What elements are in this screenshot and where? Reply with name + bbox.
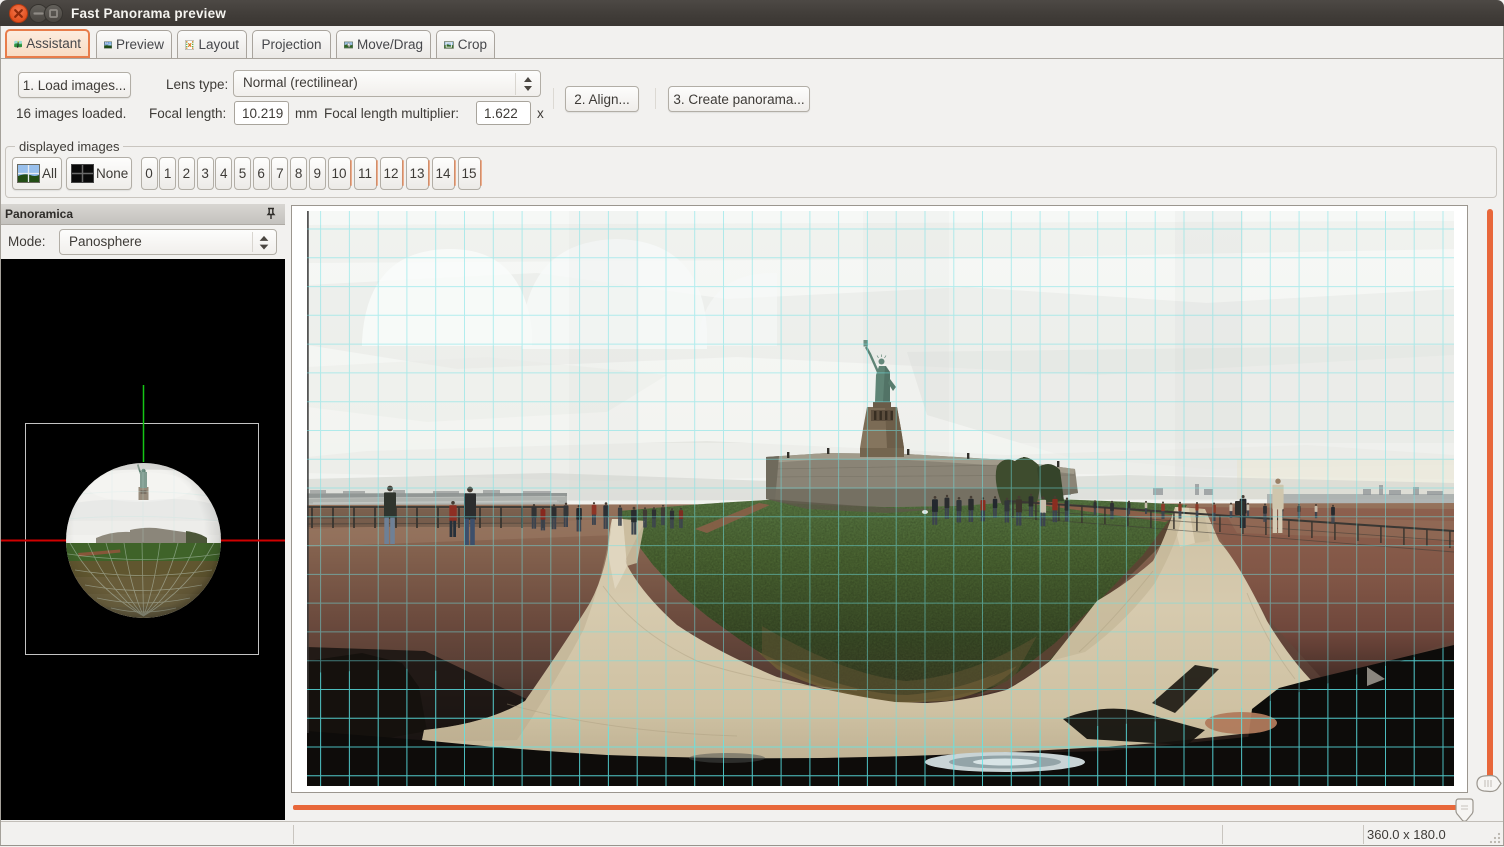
svg-text:GL: GL bbox=[105, 41, 109, 45]
